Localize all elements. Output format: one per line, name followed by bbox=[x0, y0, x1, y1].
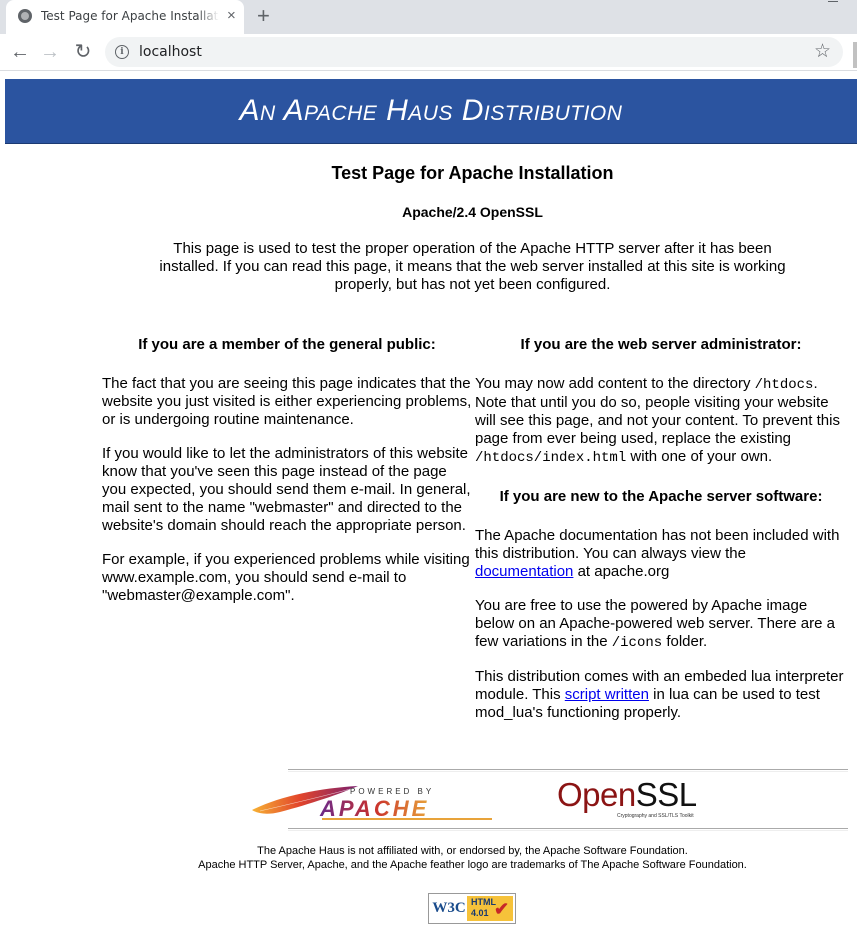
divider-top bbox=[288, 769, 848, 772]
browser-tab[interactable]: Test Page for Apache Installati × bbox=[6, 0, 244, 34]
footer-line-1: The Apache Haus is not affiliated with, … bbox=[257, 845, 688, 857]
public-heading: If you are a member of the general publi… bbox=[138, 336, 436, 353]
divider-bottom bbox=[288, 828, 848, 831]
openssl-logo[interactable]: OpenSSL Cryptography and SSL/TLS Toolkit bbox=[557, 777, 697, 821]
newuser-text-2: at apache.org bbox=[573, 563, 670, 580]
admin-heading: If you are the web server administrator: bbox=[520, 336, 802, 353]
powered-by-apache-logo[interactable]: POWERED BY APACHE bbox=[250, 782, 494, 824]
scrollbar[interactable] bbox=[853, 42, 857, 68]
powered-by-text: POWERED BY bbox=[350, 787, 434, 796]
reload-button[interactable]: ↻ bbox=[71, 40, 95, 64]
openssl-wordmark: OpenSSL bbox=[557, 777, 697, 813]
public-paragraph-1: The fact that you are seeing this page i… bbox=[102, 375, 472, 428]
public-paragraph-2: If you would like to let the administrat… bbox=[102, 445, 471, 534]
minimize-icon[interactable] bbox=[828, 1, 838, 2]
server-version: Apache/2.4 OpenSSL bbox=[402, 204, 543, 220]
w3c-html401-badge[interactable]: W3C HTML 4.01 ✔ bbox=[428, 893, 516, 924]
newuser-paragraph-2: You are free to use the powered by Apach… bbox=[475, 597, 847, 652]
icons-path: /icons bbox=[611, 635, 663, 651]
openssl-tagline: Cryptography and SSL/TLS Toolkit bbox=[617, 813, 694, 819]
w3c-html-label: HTML bbox=[471, 897, 496, 907]
address-bar[interactable]: i localhost ☆ bbox=[105, 37, 843, 67]
tab-strip: Test Page for Apache Installati × + bbox=[0, 0, 857, 34]
public-paragraph-3: For example, if you experienced problems… bbox=[102, 551, 470, 604]
htdocs-path: /htdocs bbox=[754, 377, 814, 393]
documentation-link[interactable]: documentation bbox=[475, 563, 573, 580]
banner: An Apache Haus Distribution bbox=[5, 79, 857, 144]
footer: The Apache Haus is not affiliated with, … bbox=[0, 844, 857, 872]
w3c-logo: W3C bbox=[431, 896, 467, 921]
w3c-html-panel: HTML 4.01 ✔ bbox=[467, 896, 513, 921]
footer-line-2: Apache HTTP Server, Apache, and the Apac… bbox=[198, 859, 747, 871]
newuser-text-4: folder. bbox=[662, 633, 708, 650]
apache-word: APACHE bbox=[319, 796, 429, 821]
intro-text: This page is used to test the proper ope… bbox=[159, 240, 786, 293]
admin-text-3: with one of your own. bbox=[626, 448, 773, 465]
script-link[interactable]: script written bbox=[565, 686, 649, 703]
admin-section: If you are the web server administrator:… bbox=[475, 336, 847, 722]
newuser-heading: If you are new to the Apache server soft… bbox=[499, 488, 823, 505]
openssl-ssl: SSL bbox=[635, 776, 697, 813]
tab-title: Test Page for Apache Installati bbox=[41, 9, 219, 23]
checkmark-icon: ✔ bbox=[494, 899, 510, 919]
globe-icon bbox=[18, 9, 32, 23]
index-path: /htdocs/index.html bbox=[475, 450, 627, 466]
banner-title: An Apache Haus Distribution bbox=[239, 94, 623, 127]
page-title: Test Page for Apache Installation bbox=[331, 163, 614, 183]
newuser-paragraph-1: The Apache documentation has not been in… bbox=[475, 527, 847, 581]
forward-button[interactable]: → bbox=[38, 40, 62, 64]
new-tab-button[interactable]: + bbox=[257, 4, 270, 28]
admin-text-1: You may now add content to the directory bbox=[475, 375, 755, 392]
back-button[interactable]: ← bbox=[8, 40, 32, 64]
newuser-text-1: The Apache documentation has not been in… bbox=[475, 527, 840, 562]
url-text[interactable]: localhost bbox=[139, 44, 202, 60]
admin-paragraph: You may now add content to the directory… bbox=[475, 375, 847, 467]
info-icon[interactable]: i bbox=[115, 45, 129, 59]
bookmark-star-icon[interactable]: ☆ bbox=[814, 40, 831, 64]
close-icon[interactable]: × bbox=[227, 8, 236, 24]
public-section: If you are a member of the general publi… bbox=[102, 336, 472, 605]
newuser-paragraph-3: This distribution comes with an embeded … bbox=[475, 668, 847, 722]
openssl-open: Open bbox=[557, 776, 636, 813]
w3c-version-label: 4.01 bbox=[471, 908, 489, 918]
browser-toolbar: ← → ↻ i localhost ☆ bbox=[0, 34, 857, 71]
page-content: An Apache Haus Distribution Test Page fo… bbox=[0, 71, 857, 928]
